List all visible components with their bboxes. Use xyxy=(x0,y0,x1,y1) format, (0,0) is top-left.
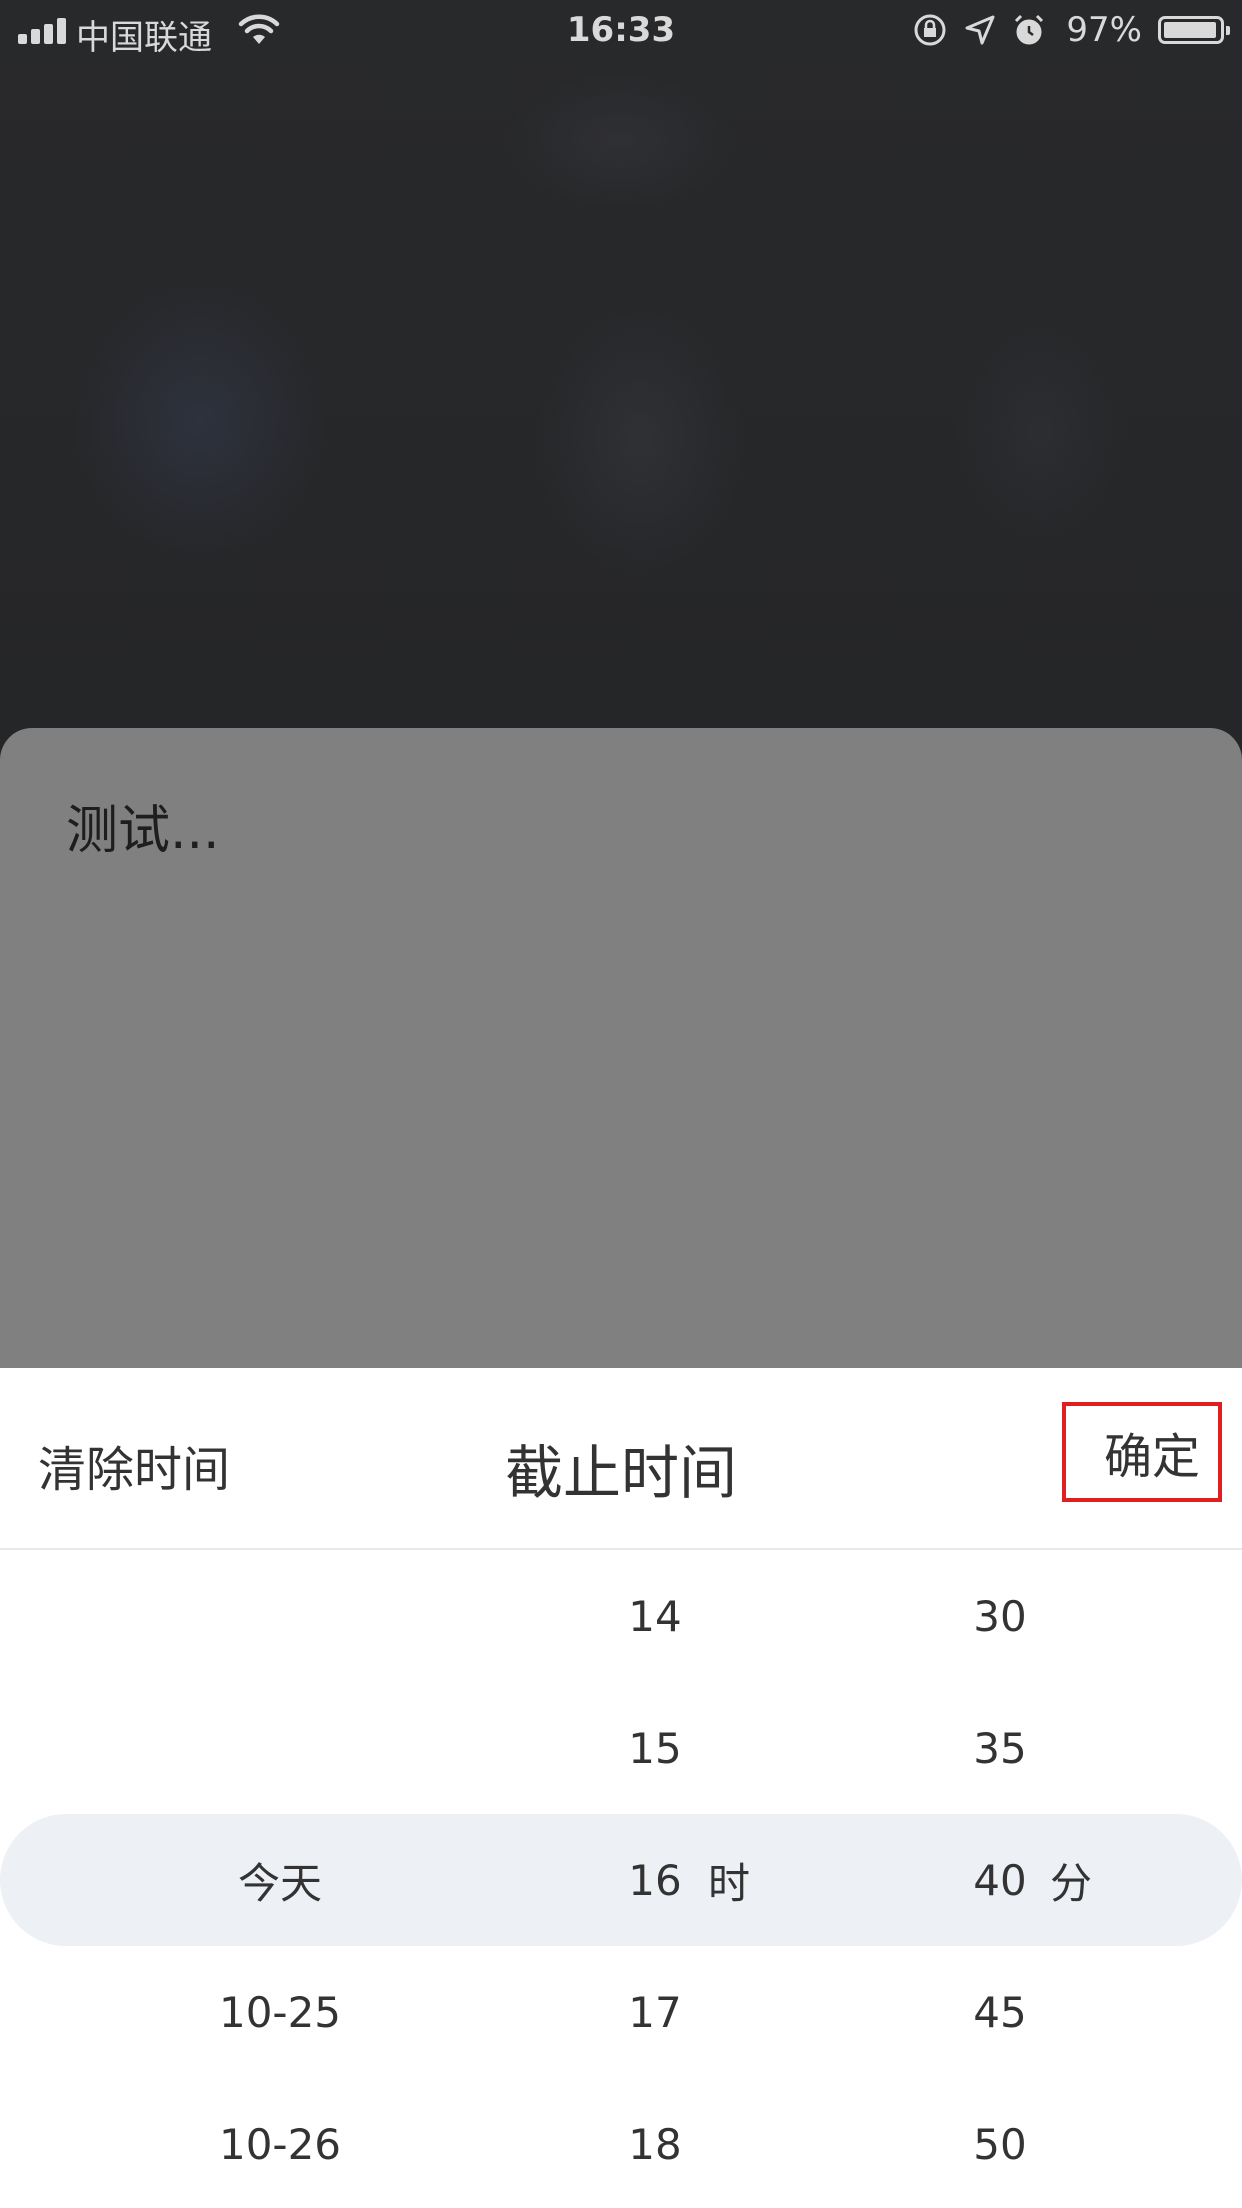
day-column[interactable]: 今天 10-25 10-26 xyxy=(170,1550,390,2208)
hour-column[interactable]: 14 15 16 17 18 xyxy=(590,1550,720,2208)
hour-option[interactable]: 18 xyxy=(590,2078,720,2208)
orientation-lock-icon xyxy=(914,14,946,46)
day-option-selected[interactable]: 今天 xyxy=(170,1814,390,1946)
day-option[interactable] xyxy=(170,1550,390,1682)
confirm-button-label: 确定 xyxy=(1103,1429,1200,1485)
hour-unit-label: 时 xyxy=(708,1858,751,1908)
task-title[interactable]: 测试... xyxy=(66,788,220,863)
alarm-icon xyxy=(1015,14,1044,45)
hour-option[interactable]: 15 xyxy=(590,1682,720,1814)
status-bar: 中国联通 16:33 97% xyxy=(0,0,1242,60)
battery-percent: 97% xyxy=(1066,10,1142,50)
hour-option[interactable]: 14 xyxy=(590,1550,720,1682)
picker-wheel[interactable]: 今天 10-25 10-26 14 15 16 17 18 时 30 35 40… xyxy=(0,1550,1242,2208)
minute-option[interactable]: 50 xyxy=(935,2078,1065,2208)
minute-option[interactable]: 45 xyxy=(935,1946,1065,2078)
location-icon xyxy=(965,15,995,45)
confirm-button[interactable]: 确定 xyxy=(1062,1402,1222,1502)
minute-option[interactable]: 30 xyxy=(935,1550,1065,1682)
day-option[interactable]: 10-25 xyxy=(170,1946,390,2078)
battery-level xyxy=(1164,22,1217,38)
task-sheet: 测试... xyxy=(0,728,1242,1428)
minute-option[interactable]: 35 xyxy=(935,1682,1065,1814)
picker-title: 截止时间 xyxy=(504,1439,737,1507)
hour-option-selected[interactable]: 16 xyxy=(590,1814,720,1946)
minute-column[interactable]: 30 35 40 45 50 xyxy=(935,1550,1065,2208)
battery-icon xyxy=(1158,16,1230,44)
minute-unit-label: 分 xyxy=(1050,1858,1093,1908)
deadline-picker: 清除时间 截止时间 确定 今天 10-25 10-26 14 15 16 17 … xyxy=(0,1368,1242,2208)
picker-header: 清除时间 截止时间 确定 xyxy=(0,1368,1242,1550)
day-option[interactable]: 10-26 xyxy=(170,2078,390,2208)
hour-option[interactable]: 17 xyxy=(590,1946,720,2078)
minute-option-selected[interactable]: 40 xyxy=(935,1814,1065,1946)
day-option[interactable] xyxy=(170,1682,390,1814)
